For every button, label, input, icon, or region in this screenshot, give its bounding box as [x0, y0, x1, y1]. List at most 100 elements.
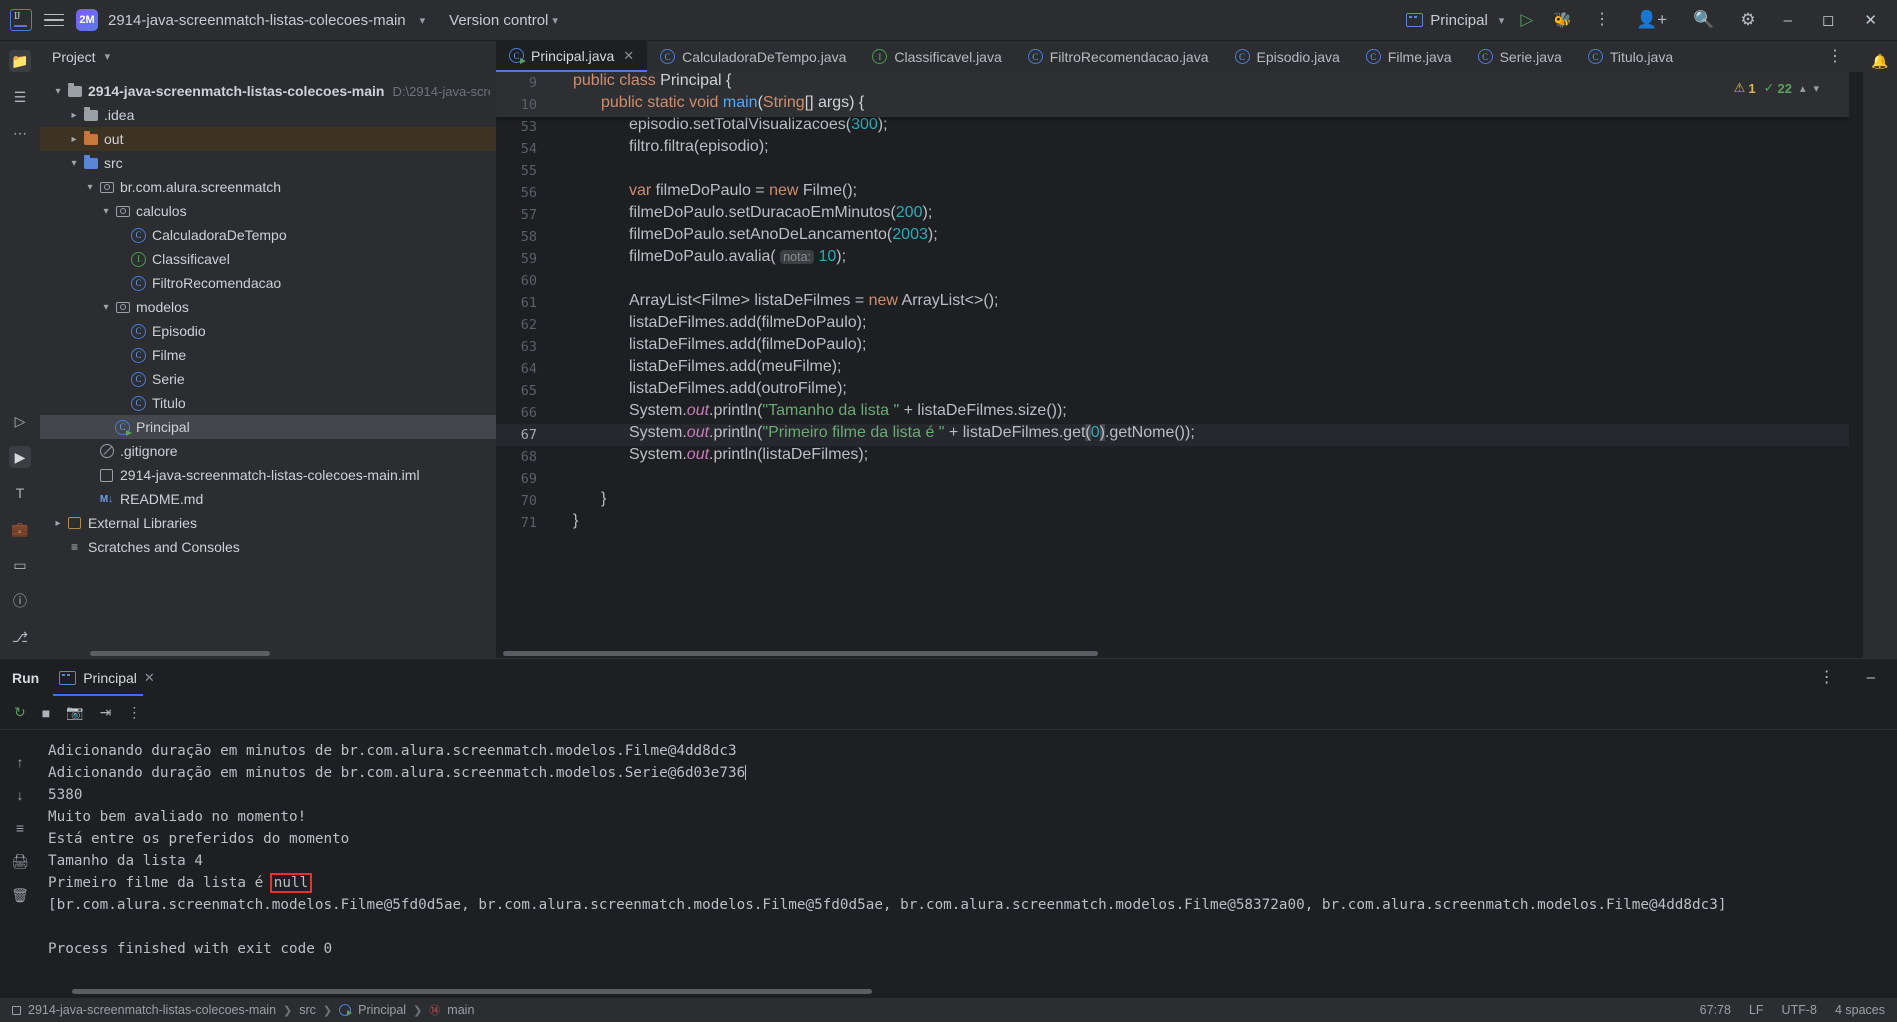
code-line-59[interactable]: 59 filmeDoPaulo.avalia( nota: 10);: [496, 248, 1849, 270]
more-tools-icon[interactable]: ⋯: [9, 122, 31, 144]
line-number[interactable]: 64: [496, 358, 548, 380]
tree-item--[interactable]: C CalculadoraDeTempo: [40, 223, 496, 247]
commit-icon[interactable]: ☰: [9, 86, 31, 108]
console-hscrollbar[interactable]: [0, 986, 1897, 998]
editor-tab-titulo.java[interactable]: C Titulo.java: [1575, 41, 1686, 72]
tree-expander-icon[interactable]: ▾: [82, 182, 98, 193]
line-number[interactable]: 61: [496, 292, 548, 314]
clear-all-icon[interactable]: 🗑: [11, 887, 29, 904]
stop-icon[interactable]: ■: [42, 705, 50, 721]
rerun-icon[interactable]: ↻: [14, 704, 26, 721]
check-count[interactable]: ✓ 22: [1764, 80, 1792, 96]
notifications-icon[interactable]: 🔔: [1869, 50, 1891, 72]
more-vertical-icon[interactable]: ⋮: [127, 704, 141, 721]
terminal-icon[interactable]: ▭: [9, 554, 31, 576]
indent-setting[interactable]: 4 spaces: [1835, 1003, 1885, 1017]
code-line-63[interactable]: 63 listaDeFilmes.add(filmeDoPaulo);: [496, 336, 1849, 358]
editor-tab-calculadoradetempo.java[interactable]: C CalculadoraDeTempo.java: [647, 41, 859, 72]
version-control-menu[interactable]: Version control ▾: [449, 12, 558, 29]
tree-item--[interactable]: .gitignore: [40, 439, 496, 463]
debug-bug-icon[interactable]: 🐝: [1549, 11, 1576, 29]
gear-icon[interactable]: ⚙: [1732, 10, 1763, 30]
breadcrumb[interactable]: 2914-java-screenmatch-listas-colecoes-ma…: [28, 1002, 474, 1018]
chevron-down-icon[interactable]: ▾: [420, 14, 426, 27]
editor-scroll-markers[interactable]: [1849, 72, 1863, 648]
tree-expander-icon[interactable]: ▾: [50, 86, 66, 97]
code-line-70[interactable]: 70}: [496, 490, 1849, 512]
line-separator[interactable]: LF: [1749, 1003, 1764, 1017]
run-tool-icon[interactable]: ▷: [9, 410, 31, 432]
more-vertical-icon[interactable]: ⋮: [1819, 48, 1851, 64]
scroll-up-icon[interactable]: ↑: [17, 754, 24, 770]
editor-tab-filtrorecomendacao.java[interactable]: C FiltroRecomendacao.java: [1015, 41, 1222, 72]
code-line-68[interactable]: 68 System.out.println(listaDeFilmes);: [496, 446, 1849, 468]
file-encoding[interactable]: UTF-8: [1782, 1003, 1817, 1017]
code-lines[interactable]: 53 episodio.setTotalVisualizacoes(300); 54…: [496, 72, 1849, 534]
problems-briefcase-icon[interactable]: 💼: [9, 518, 31, 540]
code-line-54[interactable]: 54 filtro.filtra(episodio);: [496, 138, 1849, 160]
line-number[interactable]: 70: [496, 490, 548, 512]
close-icon[interactable]: ✕: [623, 48, 634, 64]
tree-item--[interactable]: C Episodio: [40, 319, 496, 343]
breadcrumb-item[interactable]: Principal: [358, 1003, 406, 1017]
tree-item--[interactable]: ▾ calculos: [40, 199, 496, 223]
project-view-icon[interactable]: 📁: [9, 50, 31, 72]
tree-item--[interactable]: C FiltroRecomendacao: [40, 271, 496, 295]
chevron-down-icon[interactable]: ▾: [1813, 82, 1819, 95]
line-number[interactable]: 54: [496, 138, 548, 160]
tree-item--[interactable]: ▸ out: [40, 127, 496, 151]
problems-icon[interactable]: ⓘ: [9, 590, 31, 612]
line-number[interactable]: 67: [496, 424, 548, 446]
code-line-58[interactable]: 58 filmeDoPaulo.setAnoDeLancamento(2003);: [496, 226, 1849, 248]
chevron-down-icon[interactable]: ▾: [1499, 14, 1505, 27]
search-icon[interactable]: 🔍: [1685, 10, 1722, 30]
tree-item--[interactable]: ▾ src: [40, 151, 496, 175]
code-line-56[interactable]: 56 var filmeDoPaulo = new Filme();: [496, 182, 1849, 204]
tree-item--[interactable]: M↓ README.md: [40, 487, 496, 511]
hide-panel-icon[interactable]: –: [1857, 669, 1885, 686]
line-number[interactable]: 62: [496, 314, 548, 336]
tree-item--[interactable]: ▸ .idea: [40, 103, 496, 127]
editor-tab-episodio.java[interactable]: C Episodio.java: [1222, 41, 1353, 72]
line-number[interactable]: 66: [496, 402, 548, 424]
tree-item--[interactable]: 2914-java-screenmatch-listas-colecoes-ma…: [40, 463, 496, 487]
code-line-66[interactable]: 66 System.out.println("Tamanho da lista "…: [496, 402, 1849, 424]
tree-item--[interactable]: ▾ modelos: [40, 295, 496, 319]
code-line-55[interactable]: 55: [496, 160, 1849, 182]
tree-expander-icon[interactable]: ▸: [50, 518, 66, 529]
editor-tab-principal.java[interactable]: C Principal.java ✕: [496, 41, 648, 72]
code-line-64[interactable]: 64 listaDeFilmes.add(meuFilme);: [496, 358, 1849, 380]
line-number[interactable]: 65: [496, 380, 548, 402]
editor-tab-classificavel.java[interactable]: I Classificavel.java: [859, 41, 1014, 72]
tree-expander-icon[interactable]: ▸: [66, 110, 82, 121]
tree-item--[interactable]: I Classificavel: [40, 247, 496, 271]
line-number[interactable]: 53: [496, 116, 548, 138]
tree-item--[interactable]: C Principal: [40, 415, 496, 439]
tree-item--[interactable]: ▾ 2914-java-screenmatch-listas-colecoes-m…: [40, 79, 496, 103]
close-icon[interactable]: ✕: [144, 670, 155, 686]
more-vertical-icon[interactable]: ⋮: [1586, 12, 1618, 28]
run-play-icon[interactable]: ▷: [1514, 10, 1539, 30]
warning-count[interactable]: ⚠ 1: [1734, 80, 1756, 96]
chevron-down-icon[interactable]: ▾: [552, 14, 558, 27]
line-number[interactable]: 57: [496, 204, 548, 226]
close-icon[interactable]: ✕: [1854, 11, 1887, 29]
line-number[interactable]: 56: [496, 182, 548, 204]
tree-item--[interactable]: ▾ br.com.alura.screenmatch: [40, 175, 496, 199]
tree-expander-icon[interactable]: ▾: [98, 302, 114, 313]
code-line-69[interactable]: 69: [496, 468, 1849, 490]
line-number[interactable]: 60: [496, 270, 548, 292]
breadcrumb-item[interactable]: 2914-java-screenmatch-listas-colecoes-ma…: [28, 1003, 276, 1017]
code-line-67[interactable]: 67 System.out.println("Primeiro filme da …: [496, 424, 1849, 446]
camera-icon[interactable]: 📷: [66, 704, 83, 721]
breadcrumb-item[interactable]: src: [299, 1003, 316, 1017]
line-number[interactable]: 55: [496, 160, 548, 182]
run-configuration-selector[interactable]: Principal ▾: [1406, 12, 1504, 29]
tree-item--[interactable]: C Titulo: [40, 391, 496, 415]
run-panel-icon[interactable]: ▶: [9, 446, 31, 468]
line-number[interactable]: 58: [496, 226, 548, 248]
tree-item--[interactable]: ≡ Scratches and Consoles: [40, 535, 496, 559]
code-line-53[interactable]: 53 episodio.setTotalVisualizacoes(300);: [496, 116, 1849, 138]
scroll-down-icon[interactable]: ↓: [17, 787, 24, 803]
line-number[interactable]: 69: [496, 468, 548, 490]
